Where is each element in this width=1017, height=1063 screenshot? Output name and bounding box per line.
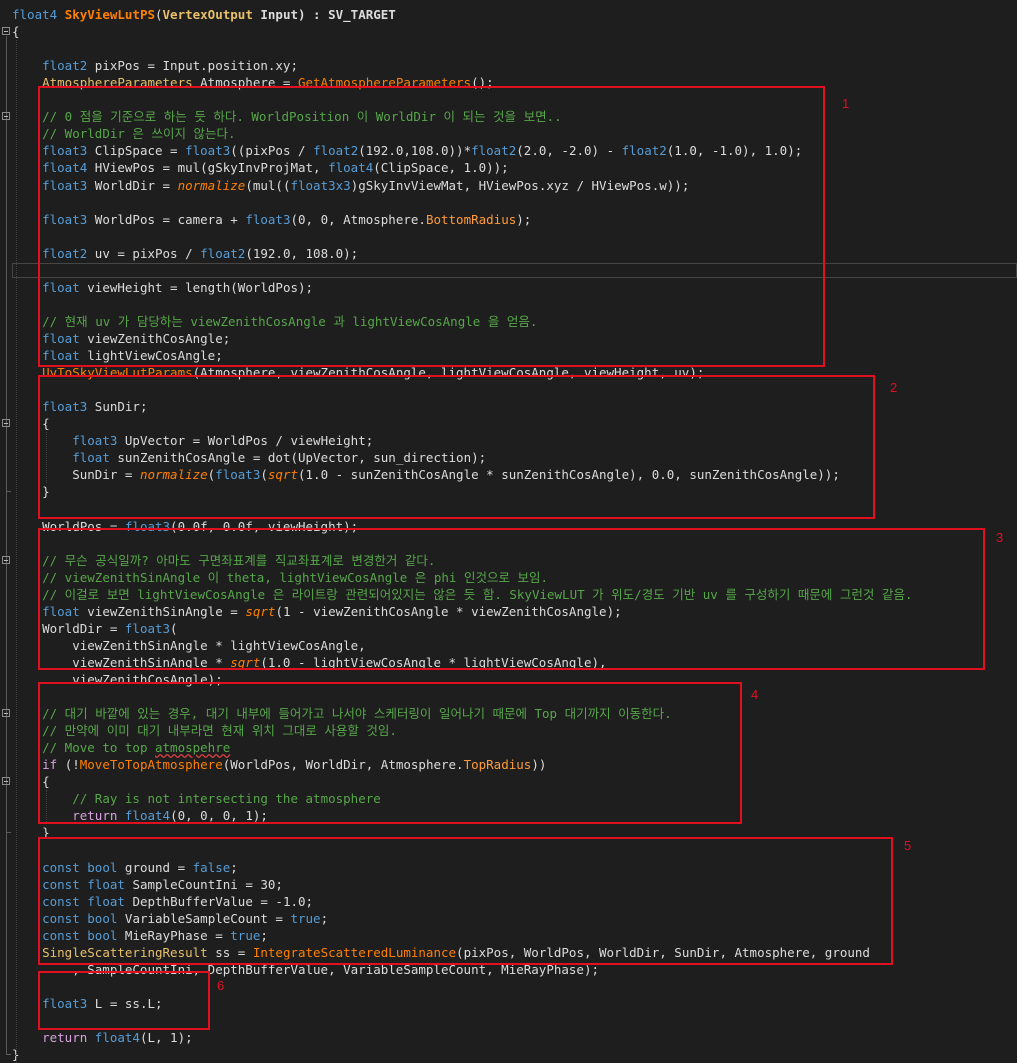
fold-toggle-comment[interactable] (2, 112, 10, 121)
annotation-box (38, 971, 210, 1030)
code-line[interactable]: float2 pixPos = Input.position.xy; (12, 57, 298, 74)
fold-range-line (6, 428, 7, 493)
annotation-number: 2 (890, 380, 898, 395)
code-line[interactable]: return float4(L, 1); (12, 1029, 193, 1046)
code-line[interactable]: { (12, 23, 20, 40)
annotation-number: 4 (751, 687, 759, 702)
fold-range-end (6, 832, 11, 834)
annotation-box (38, 86, 825, 367)
code-token: Input) : SV_TARGET (252, 7, 396, 22)
annotation-box (38, 375, 875, 519)
code-token: VertexOutput (162, 7, 253, 22)
code-token: return (42, 1030, 88, 1045)
code-token: pixPos = Input.position.xy; (87, 58, 298, 74)
fold-toggle-block[interactable] (2, 777, 10, 786)
fold-toggle-comment[interactable] (2, 709, 10, 718)
code-token: float4 (12, 7, 58, 22)
annotation-number: 5 (904, 838, 912, 853)
code-token: { (12, 24, 20, 40)
annotation-number: 1 (842, 96, 850, 111)
code-token: float4 (94, 1030, 140, 1045)
annotation-box (38, 837, 893, 965)
fold-range-line (6, 36, 7, 1056)
code-line[interactable]: float4 SkyViewLutPS(VertexOutput Input) … (12, 6, 396, 23)
code-token: SkyViewLutPS (64, 7, 155, 22)
fold-toggle-function[interactable] (2, 27, 10, 36)
fold-toggle-block[interactable] (2, 419, 10, 428)
code-editor[interactable]: float4 SkyViewLutPS(VertexOutput Input) … (0, 0, 1017, 1063)
indent-guide (16, 40, 17, 1063)
code-token: (L, 1); (139, 1030, 193, 1045)
code-token: float2 (42, 58, 88, 74)
annotation-number: 6 (217, 978, 225, 993)
fold-range-end (6, 491, 11, 493)
fold-range-line (6, 786, 7, 834)
code-token: ( (155, 7, 163, 22)
fold-toggle-comment[interactable] (2, 555, 10, 564)
annotation-box (38, 528, 985, 670)
fold-range-end (6, 1054, 11, 1056)
fold-gutter (0, 0, 12, 1056)
annotation-number: 3 (996, 530, 1004, 545)
annotation-box (38, 682, 742, 824)
